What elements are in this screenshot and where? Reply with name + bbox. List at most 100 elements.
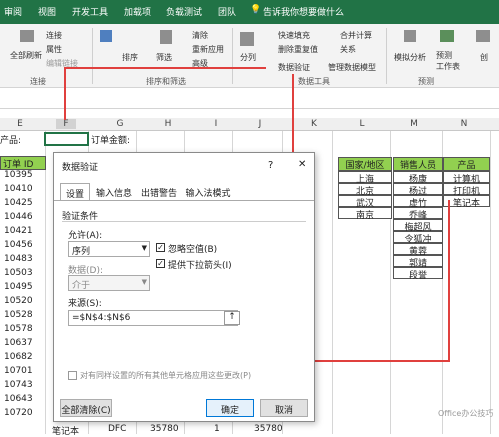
refresh-all-icon[interactable] xyxy=(20,30,34,42)
text-to-columns-button[interactable]: 分列 xyxy=(240,52,256,63)
formula-bar[interactable] xyxy=(0,89,499,109)
annotation-arrow xyxy=(64,68,66,120)
col-header-l[interactable]: L xyxy=(352,119,372,129)
text-to-columns-icon[interactable] xyxy=(240,32,254,46)
tab-developer[interactable]: 开发工具 xyxy=(72,5,108,18)
product-cell: 笔记本 xyxy=(443,195,490,209)
connections-button[interactable]: 连接 xyxy=(46,30,62,41)
allow-label: 允许(A): xyxy=(68,231,103,241)
ok-button[interactable]: 确定 xyxy=(206,399,254,417)
ribbon-tab-bar: 审阅 视图 开发工具 加载项 负载测试 团队 💡 告诉我你想要做什么 xyxy=(0,0,499,24)
order-id-cell: 10520 xyxy=(4,296,33,306)
order-id-cell: 10528 xyxy=(4,310,33,320)
country-header: 国家/地区 xyxy=(338,157,392,171)
ribbon: 全部刷新 连接 属性 编辑链接 连接 排序 筛选 清除 重新应用 高级 排序和筛… xyxy=(0,24,499,88)
what-if-icon[interactable] xyxy=(404,30,416,42)
remove-duplicates-button[interactable]: 删除重复值 xyxy=(278,44,318,55)
clear-button[interactable]: 清除 xyxy=(192,30,208,41)
group-label-data-tools: 数据工具 xyxy=(298,77,330,86)
source-input[interactable]: =$N$4:$N$6 xyxy=(68,310,238,326)
consolidate-button[interactable]: 合并计算 xyxy=(340,30,372,41)
tab-load-test[interactable]: 负载测试 xyxy=(166,5,202,18)
col-header-m[interactable]: M xyxy=(404,119,424,129)
tab-review[interactable]: 审阅 xyxy=(4,5,22,18)
data-select-value: 介于 xyxy=(72,281,91,291)
group-button[interactable]: 创 xyxy=(480,52,488,63)
sort-az-icon[interactable] xyxy=(100,30,112,42)
col-header-h[interactable]: H xyxy=(158,119,178,129)
chevron-down-icon[interactable]: ▼ xyxy=(142,278,147,286)
salesperson-cell: 黄蓉 xyxy=(393,243,443,257)
salesperson-cell: 乔峰 xyxy=(393,207,443,221)
sort-button[interactable]: 排序 xyxy=(122,52,138,63)
bottom-code: DFC xyxy=(108,424,127,434)
col-header-e[interactable]: E xyxy=(10,119,30,129)
group-label-connections: 连接 xyxy=(30,77,46,86)
order-id-cell: 10495 xyxy=(4,282,33,292)
ignore-blank-checkbox[interactable]: ✓ xyxy=(156,243,165,252)
help-button[interactable]: ? xyxy=(268,160,273,171)
filter-button[interactable]: 筛选 xyxy=(156,52,172,63)
group-divider xyxy=(92,28,93,84)
chevron-down-icon[interactable]: ▼ xyxy=(142,244,147,252)
group-label-forecast: 预测 xyxy=(418,77,434,86)
reapply-button[interactable]: 重新应用 xyxy=(192,44,224,55)
bottom-value-2: 1 xyxy=(214,424,220,434)
dropdown-checkbox[interactable]: ✓ xyxy=(156,259,165,268)
order-id-cell: 10446 xyxy=(4,212,33,222)
forecast-sheet-button[interactable]: 预测 工作表 xyxy=(436,50,460,72)
relationships-button[interactable]: 关系 xyxy=(340,44,356,55)
tab-team[interactable]: 团队 xyxy=(218,5,236,18)
product-input-cell-f[interactable] xyxy=(44,132,89,146)
data-validation-button[interactable]: 数据验证 xyxy=(278,62,310,73)
order-id-cell: 10701 xyxy=(4,366,33,376)
manage-data-model-button[interactable]: 管理数据模型 xyxy=(328,62,376,73)
country-cell: 武汉 xyxy=(338,195,392,209)
forecast-sheet-icon[interactable] xyxy=(440,30,454,42)
tell-me-search[interactable]: 告诉我你想要做什么 xyxy=(263,5,344,18)
col-header-i[interactable]: I xyxy=(206,119,226,129)
col-header-g[interactable]: G xyxy=(110,119,130,129)
salesperson-cell: 令狐冲 xyxy=(393,231,443,245)
order-id-cell: 10425 xyxy=(4,198,33,208)
tab-input-message[interactable]: 输入信息 xyxy=(92,183,136,200)
lightbulb-icon: 💡 xyxy=(250,5,262,15)
data-select[interactable]: 介于 ▼ xyxy=(68,275,150,291)
salesperson-cell: 虚竹 xyxy=(393,195,443,209)
refresh-all-button[interactable]: 全部刷新 xyxy=(10,50,42,61)
cancel-button[interactable]: 取消 xyxy=(260,399,308,417)
tab-ime-mode[interactable]: 输入法模式 xyxy=(182,183,234,200)
col-header-f[interactable]: F xyxy=(56,119,76,129)
col-header-n[interactable]: N xyxy=(454,119,474,129)
apply-all-checkbox[interactable] xyxy=(68,371,77,380)
properties-button[interactable]: 属性 xyxy=(46,44,62,55)
allow-select[interactable]: 序列 ▼ xyxy=(68,241,150,257)
salesperson-header: 销售人员 xyxy=(393,157,443,171)
collapse-range-icon[interactable]: ↑ xyxy=(224,311,240,325)
group-icon[interactable] xyxy=(476,30,490,42)
salesperson-cell: 段誉 xyxy=(393,267,443,281)
filter-icon[interactable] xyxy=(160,30,172,44)
close-icon[interactable]: ✕ xyxy=(298,159,306,170)
col-header-j[interactable]: J xyxy=(250,119,270,129)
column-header-row: E F G H I J K L M N xyxy=(0,118,499,131)
order-id-cell: 10743 xyxy=(4,380,33,390)
clear-all-button[interactable]: 全部清除(C) xyxy=(60,399,112,417)
ignore-blank-label: 忽略空值(B) xyxy=(168,245,218,255)
tab-view[interactable]: 视图 xyxy=(38,5,56,18)
tab-settings[interactable]: 设置 xyxy=(60,183,90,200)
col-header-k[interactable]: K xyxy=(304,119,324,129)
annotation-arrow xyxy=(292,74,294,154)
order-id-cell: 10682 xyxy=(4,352,33,362)
product-header: 产品 xyxy=(443,157,490,171)
apply-all-label: 对有同样设置的所有其他单元格应用这些更改(P) xyxy=(80,371,252,380)
salesperson-cell: 梅超风 xyxy=(393,219,443,233)
flash-fill-button[interactable]: 快速填充 xyxy=(278,30,310,41)
country-cell: 南京 xyxy=(338,207,392,221)
tab-error-alert[interactable]: 出错警告 xyxy=(138,183,180,200)
tab-addins[interactable]: 加载项 xyxy=(124,5,151,18)
what-if-analysis-button[interactable]: 模拟分析 xyxy=(394,52,426,63)
dropdown-label: 提供下拉箭头(I) xyxy=(168,261,232,271)
order-id-cell: 10483 xyxy=(4,254,33,264)
group-divider xyxy=(232,28,233,84)
